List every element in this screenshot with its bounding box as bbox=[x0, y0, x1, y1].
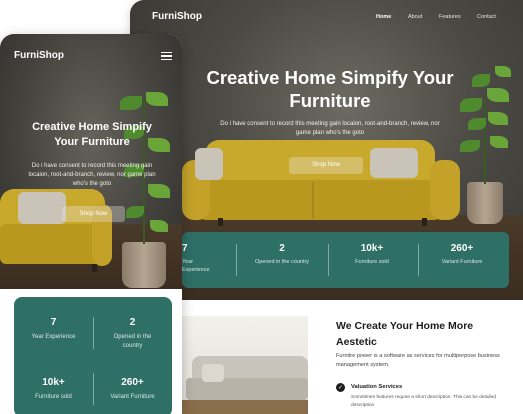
mobile-logo[interactable]: FurniShop bbox=[14, 50, 64, 61]
stat-value: 260+ bbox=[121, 377, 144, 388]
pillow-left bbox=[195, 148, 223, 180]
desktop-hero-title: Creative Home Simpify Your Furniture bbox=[206, 67, 454, 111]
sofa-arm-right bbox=[430, 160, 460, 220]
nav-about[interactable]: About bbox=[408, 14, 422, 20]
stat-label: Variant Furniture bbox=[110, 394, 155, 400]
desktop-shop-now-button[interactable]: Shop Now bbox=[289, 157, 363, 174]
stat-label: Opened in the country bbox=[254, 259, 310, 265]
check-icon: ✓ bbox=[336, 383, 345, 392]
mobile-shop-now-button[interactable]: Shop Now bbox=[62, 206, 125, 222]
section-description: Furnitre power is a software as services… bbox=[336, 353, 500, 368]
sofa-photo bbox=[182, 316, 308, 414]
stat-label: Year Experience bbox=[31, 334, 76, 340]
mobile-stats-panel: 7 Year Experience 2 Opened in the countr… bbox=[14, 297, 172, 414]
menu-icon[interactable] bbox=[161, 52, 172, 60]
nav-home[interactable]: Home bbox=[376, 14, 391, 20]
plant-pot bbox=[467, 182, 503, 224]
mobile-hero-title: Creative Home Simpify Your Furniture bbox=[32, 121, 152, 148]
pillow-right bbox=[370, 148, 418, 178]
plant-pot bbox=[122, 242, 166, 288]
pillow bbox=[18, 192, 66, 224]
stat-label: Variant Furniture bbox=[441, 259, 483, 265]
nav-features[interactable]: Features bbox=[439, 14, 461, 20]
nav-contact[interactable]: Contact bbox=[477, 14, 496, 20]
stat-value: 7 bbox=[182, 243, 188, 254]
desktop-hero-subtitle: Do i have consent to record this meeting… bbox=[220, 121, 440, 136]
mobile-hero-subtitle: Do i have consent to record this meeting… bbox=[28, 163, 156, 188]
desktop-logo[interactable]: FurniShop bbox=[152, 11, 202, 22]
feature-description: Sometimes features require a short descr… bbox=[351, 395, 496, 408]
stat-label: Furniture sold bbox=[35, 394, 72, 400]
mobile-mockup: FurniShop Creative Home Simpify Your Fur… bbox=[0, 34, 182, 414]
desktop-stats-panel: 7 Year Experience 2 Opened in the countr… bbox=[182, 232, 509, 288]
stat-label: Opened in the country bbox=[113, 334, 152, 349]
stat-value: 10k+ bbox=[42, 377, 65, 388]
stat-label: Furniture sold bbox=[355, 259, 389, 265]
stat-value: 7 bbox=[50, 317, 57, 328]
stat-value: 2 bbox=[279, 243, 285, 254]
section-title: We Create Your Home More Aestetic bbox=[336, 320, 474, 348]
stat-value: 2 bbox=[129, 317, 136, 328]
stat-value: 260+ bbox=[450, 243, 474, 254]
feature-title: Valuation Services bbox=[351, 384, 403, 390]
stat-value: 10k+ bbox=[360, 243, 384, 254]
desktop-mockup: FurniShop Home About Features Contact Cr… bbox=[130, 0, 523, 414]
stat-label: Year Experience bbox=[182, 259, 210, 273]
sofa-seat bbox=[200, 180, 440, 220]
